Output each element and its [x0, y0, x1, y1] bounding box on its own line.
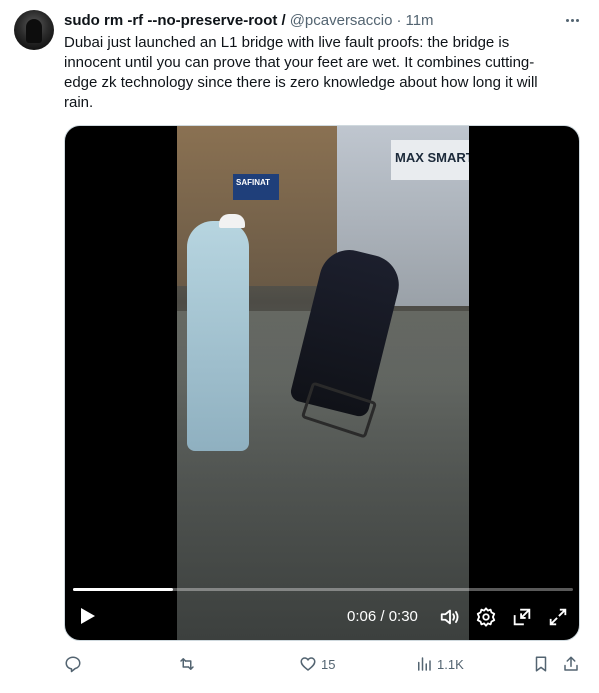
video-player[interactable]: MAX SMART SAFINAT 0:06 / 0:30 [64, 125, 580, 641]
author-name[interactable]: sudo rm -rf --no-preserve-root / [64, 12, 286, 29]
video-progress-bar[interactable] [73, 588, 573, 591]
repost-button[interactable] [177, 650, 201, 678]
video-time: 0:06 / 0:30 [347, 608, 418, 625]
bookmark-button[interactable] [532, 650, 550, 678]
fullscreen-icon[interactable] [547, 606, 569, 628]
repost-icon [180, 658, 194, 670]
share-icon [564, 656, 578, 671]
tweet-card[interactable]: sudo rm -rf --no-preserve-root / @pcaver… [0, 0, 599, 693]
reply-button[interactable] [64, 650, 86, 678]
volume-icon[interactable] [439, 606, 461, 628]
bookmark-icon [535, 656, 547, 672]
video-progress-fill [73, 588, 173, 591]
avatar[interactable] [14, 10, 54, 50]
views-button[interactable]: 1.1K [415, 650, 464, 678]
tweet-actions: 15 1.1K [64, 650, 584, 678]
tweet-header: sudo rm -rf --no-preserve-root / @pcaver… [64, 10, 434, 30]
tweet-timestamp[interactable]: 11m [405, 12, 433, 29]
tweet-text: Dubai just launched an L1 bridge with li… [64, 34, 538, 111]
video-controls: 0:06 / 0:30 [65, 126, 579, 640]
picture-in-picture-icon[interactable] [511, 606, 533, 628]
author-handle[interactable]: @pcaversaccio [290, 12, 393, 29]
reply-icon [65, 656, 81, 673]
more-options-icon[interactable] [562, 10, 582, 30]
share-button[interactable] [562, 650, 580, 678]
gear-icon[interactable] [475, 606, 497, 628]
like-count: 15 [321, 656, 336, 672]
play-icon[interactable] [75, 604, 99, 628]
views-count: 1.1K [437, 656, 464, 672]
separator-dot: · [396, 11, 402, 29]
views-chart-icon [418, 657, 431, 671]
like-button[interactable]: 15 [299, 650, 335, 678]
heart-icon [300, 657, 316, 671]
